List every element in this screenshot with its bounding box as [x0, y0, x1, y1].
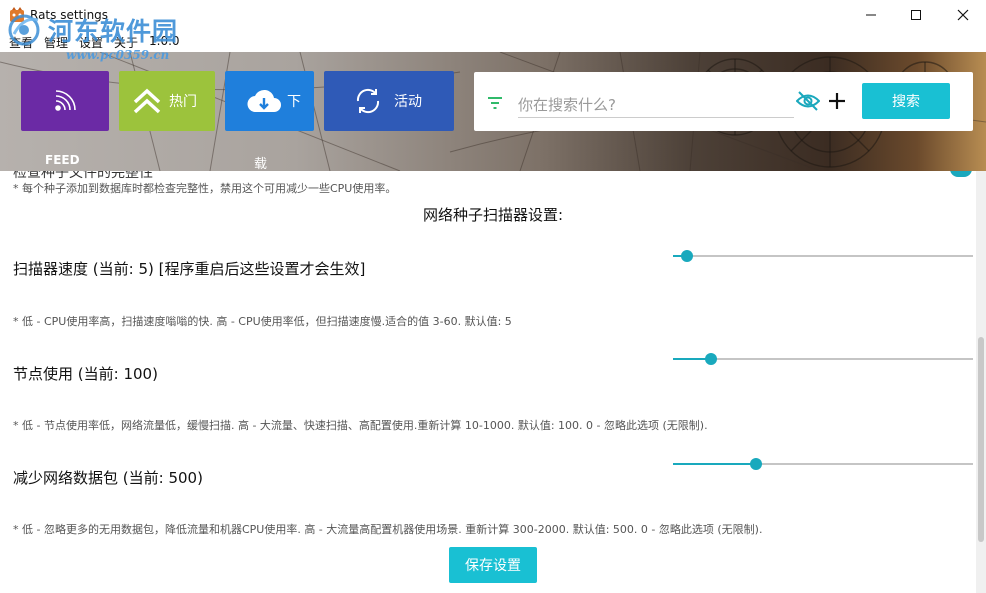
- search-button[interactable]: 搜索: [862, 83, 950, 119]
- reduce-packets-slider[interactable]: [673, 458, 973, 470]
- nodes-usage-label: 节点使用 (当前: 100): [13, 365, 158, 383]
- feed-tile[interactable]: [21, 71, 109, 131]
- activity-tile[interactable]: 活动: [324, 71, 454, 131]
- activity-tile-label: 活动: [394, 94, 422, 110]
- cloud-download-icon: [247, 88, 281, 114]
- maximize-icon: [911, 10, 921, 20]
- plus-icon[interactable]: [828, 90, 846, 116]
- close-button[interactable]: [940, 0, 986, 30]
- slider-track: [673, 358, 973, 360]
- header-banner: 热门 下 活动 FEED 载 你在搜索什么? 搜索: [0, 52, 986, 171]
- refresh-icon: [352, 85, 384, 117]
- minimize-icon: [866, 14, 876, 16]
- scanner-speed-label: 扫描器速度 (当前: 5) [程序重启后这些设置才会生效]: [13, 260, 366, 278]
- search-input[interactable]: [518, 92, 794, 118]
- eye-off-icon[interactable]: [795, 90, 821, 116]
- reduce-packets-note: * 低 - 忽略更多的无用数据包，降低流量和机器CPU使用率. 高 - 大流量高…: [13, 523, 763, 536]
- vertical-scrollbar[interactable]: [976, 171, 986, 593]
- minimize-button[interactable]: [848, 0, 894, 30]
- filter-icon[interactable]: [488, 94, 502, 113]
- watermark-title: 河东软件园: [48, 17, 179, 46]
- download-tile[interactable]: 下: [225, 71, 314, 131]
- nodes-usage-slider[interactable]: [673, 353, 973, 365]
- slider-fill: [673, 463, 756, 465]
- nodes-usage-note: * 低 - 节点使用率低，网络流量低，缓慢扫描. 高 - 大流量、快速扫描、高配…: [13, 419, 708, 432]
- hot-tile[interactable]: 热门: [119, 71, 215, 131]
- download-tile-label: 下: [287, 94, 301, 110]
- integrity-toggle[interactable]: [950, 171, 972, 177]
- app-window: Rats settings 查看 管理 设置 关于 1.0.0 热门 下 活动 …: [0, 0, 986, 593]
- maximize-button[interactable]: [893, 0, 939, 30]
- rss-icon: [50, 86, 80, 116]
- hot-tile-label: 热门: [169, 94, 197, 110]
- watermark-logo: [8, 14, 40, 46]
- save-settings-button[interactable]: 保存设置: [449, 547, 537, 583]
- scrollbar-thumb[interactable]: [978, 337, 984, 542]
- slider-thumb[interactable]: [681, 250, 693, 262]
- scanner-speed-note: * 低 - CPU使用率高，扫描速度嗡嗡的快. 高 - CPU使用率低，但扫描速…: [13, 315, 512, 328]
- download-tile-caption: 载: [254, 157, 268, 171]
- double-chevron-up-icon: [131, 85, 163, 117]
- settings-content: 检查种子文件的完整性 * 每个种子添加到数据库时都检查完整性，禁用这个可用减少一…: [0, 171, 976, 593]
- scanner-speed-slider[interactable]: [673, 250, 973, 262]
- slider-track: [673, 255, 973, 257]
- section-title: 网络种子扫描器设置:: [422, 206, 564, 224]
- integrity-note: * 每个种子添加到数据库时都检查完整性，禁用这个可用减少一些CPU使用率。: [13, 182, 397, 195]
- slider-thumb[interactable]: [750, 458, 762, 470]
- feed-tile-caption: FEED: [45, 153, 80, 167]
- close-icon: [957, 9, 969, 21]
- watermark-url: www.pc0359.cn: [66, 48, 170, 62]
- search-bar: 搜索: [474, 72, 973, 131]
- reduce-packets-label: 减少网络数据包 (当前: 500): [13, 469, 203, 487]
- slider-thumb[interactable]: [705, 353, 717, 365]
